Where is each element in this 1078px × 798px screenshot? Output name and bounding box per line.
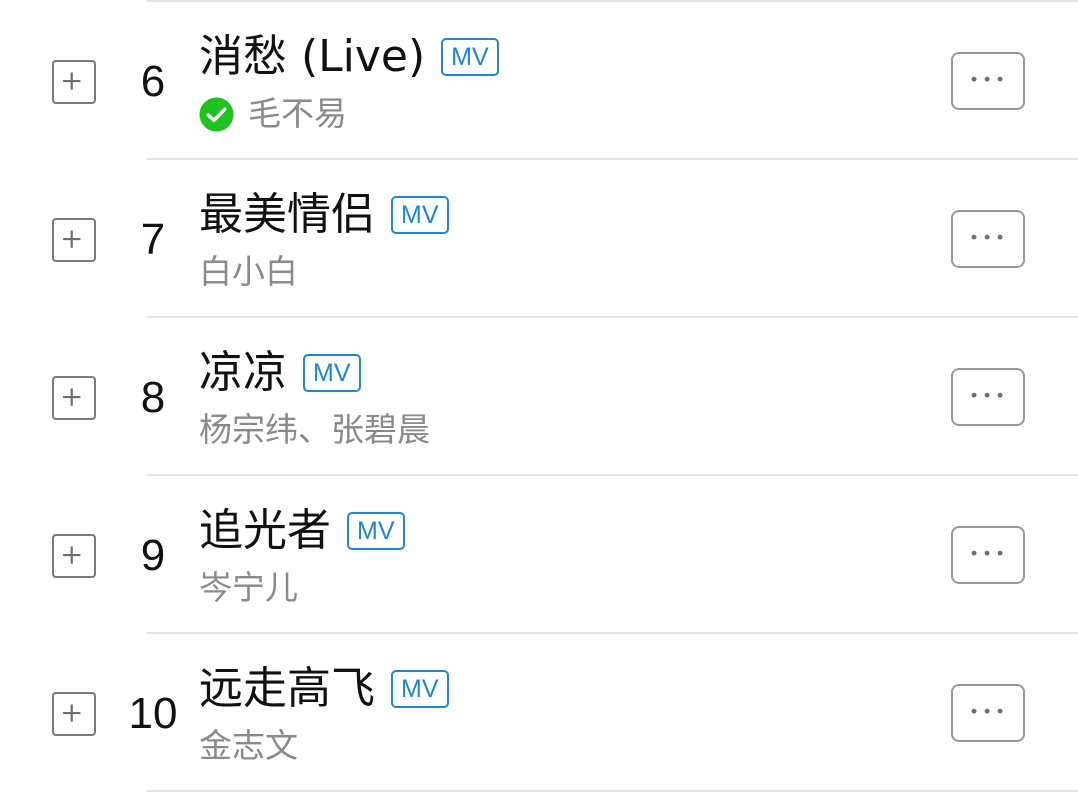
add-to-playlist-button[interactable] xyxy=(52,60,96,104)
add-to-playlist-button[interactable] xyxy=(52,218,96,262)
song-title[interactable]: 追光者 xyxy=(199,502,331,560)
more-options-button[interactable] xyxy=(951,526,1025,584)
plus-icon xyxy=(63,72,81,90)
plus-icon xyxy=(63,546,81,564)
mv-badge[interactable]: MV xyxy=(347,512,405,550)
ellipsis-icon xyxy=(971,550,1003,556)
song-title[interactable]: 凉凉 xyxy=(199,344,287,402)
artist-line: 岑宁儿 xyxy=(199,568,298,608)
song-row-8[interactable]: 8 凉凉 MV 杨宗纬、张碧晨 xyxy=(0,318,1078,476)
more-options-button[interactable] xyxy=(951,684,1025,742)
ellipsis-icon xyxy=(971,708,1003,714)
song-title-line: 追光者 MV xyxy=(199,502,405,560)
song-rank: 7 xyxy=(140,215,166,264)
check-circle-icon xyxy=(199,96,234,132)
song-artist[interactable]: 白小白 xyxy=(199,252,298,292)
plus-icon xyxy=(63,704,81,722)
add-to-playlist-button[interactable] xyxy=(52,534,96,578)
song-rank: 6 xyxy=(140,57,166,106)
song-row-7[interactable]: 7 最美情侣 MV 白小白 xyxy=(0,160,1078,318)
song-list: 6 消愁 (Live) MV 毛不易 7 最美情侣 MV 白小白 8 凉凉 MV… xyxy=(0,0,1078,798)
song-rank: 10 xyxy=(128,689,178,738)
song-artist[interactable]: 岑宁儿 xyxy=(199,568,298,608)
song-artist[interactable]: 杨宗纬、张碧晨 xyxy=(199,410,430,450)
song-title-line: 最美情侣 MV xyxy=(199,186,449,244)
song-row-9[interactable]: 9 追光者 MV 岑宁儿 xyxy=(0,476,1078,634)
mv-badge[interactable]: MV xyxy=(303,354,361,392)
row-divider xyxy=(147,790,1078,792)
more-options-button[interactable] xyxy=(951,52,1025,110)
plus-icon xyxy=(63,388,81,406)
mv-badge[interactable]: MV xyxy=(441,38,499,76)
ellipsis-icon xyxy=(971,76,1003,82)
song-title[interactable]: 消愁 (Live) xyxy=(199,28,425,86)
more-options-button[interactable] xyxy=(951,210,1025,268)
song-title-line: 远走高飞 MV xyxy=(199,660,449,718)
mv-badge[interactable]: MV xyxy=(391,670,449,708)
artist-line: 金志文 xyxy=(199,726,298,766)
add-to-playlist-button[interactable] xyxy=(52,376,96,420)
artist-line: 杨宗纬、张碧晨 xyxy=(199,410,430,450)
song-row-10[interactable]: 10 远走高飞 MV 金志文 xyxy=(0,634,1078,792)
artist-line: 白小白 xyxy=(199,252,298,292)
plus-icon xyxy=(63,230,81,248)
song-row-6[interactable]: 6 消愁 (Live) MV 毛不易 xyxy=(0,2,1078,160)
song-title[interactable]: 最美情侣 xyxy=(199,186,375,244)
add-to-playlist-button[interactable] xyxy=(52,692,96,736)
song-rank: 8 xyxy=(140,373,166,422)
mv-badge[interactable]: MV xyxy=(391,196,449,234)
ellipsis-icon xyxy=(971,392,1003,398)
ellipsis-icon xyxy=(971,234,1003,240)
song-artist[interactable]: 毛不易 xyxy=(248,94,347,134)
song-artist[interactable]: 金志文 xyxy=(199,726,298,766)
song-title-line: 消愁 (Live) MV xyxy=(199,28,499,86)
more-options-button[interactable] xyxy=(951,368,1025,426)
song-title-line: 凉凉 MV xyxy=(199,344,361,402)
artist-line: 毛不易 xyxy=(199,94,347,134)
song-title[interactable]: 远走高飞 xyxy=(199,660,375,718)
song-rank: 9 xyxy=(140,531,166,580)
